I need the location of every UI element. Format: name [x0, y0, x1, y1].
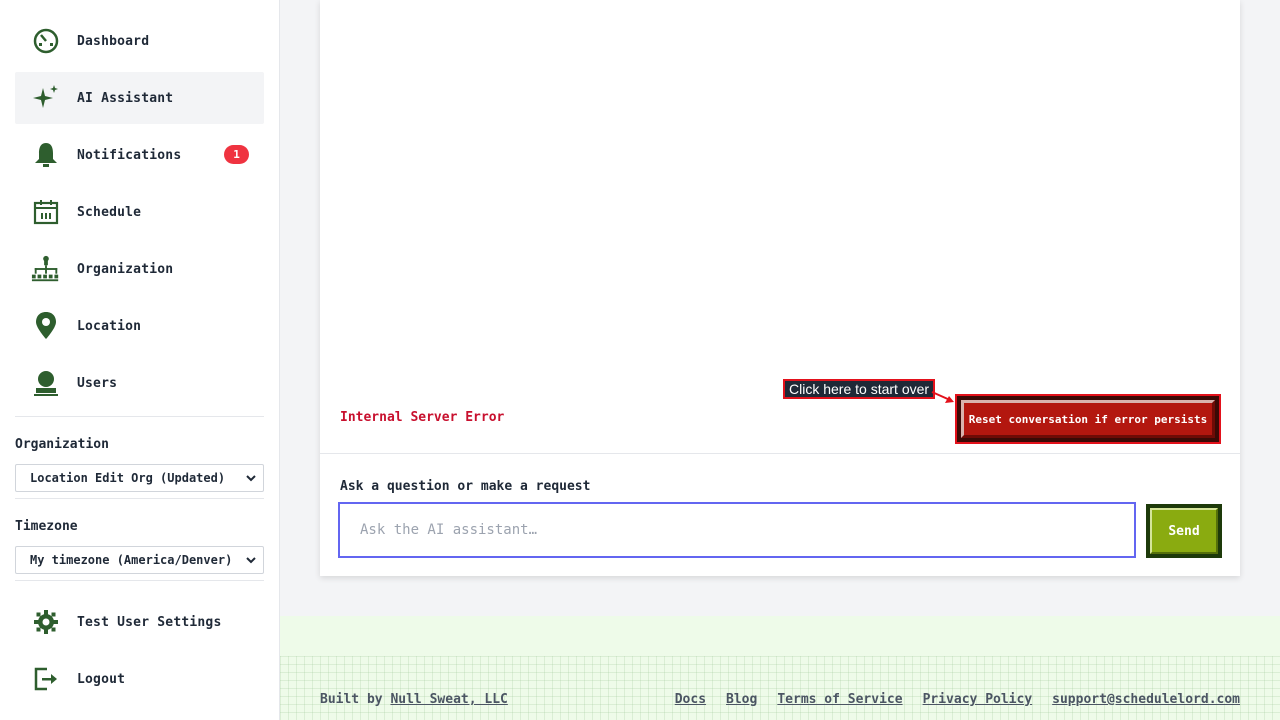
calendar-icon [31, 197, 61, 227]
notification-count-badge: 1 [224, 145, 249, 164]
sparkle-icon [31, 83, 61, 113]
organization-select[interactable]: Location Edit Org (Updated) [15, 464, 264, 492]
map-pin-icon [31, 311, 61, 341]
chevron-down-icon [245, 472, 257, 487]
footer-built-by-prefix: Built by [320, 692, 383, 707]
footer-built-by: Built by Null Sweat, LLC [320, 692, 508, 707]
send-button[interactable]: Send [1150, 508, 1218, 554]
tooltip-start-over: Click here to start over [783, 379, 936, 399]
sidebar-item-location[interactable]: Location [15, 300, 264, 352]
footer: Built by Null Sweat, LLC Docs Blog Terms… [280, 616, 1280, 720]
error-message: Internal Server Error [340, 410, 505, 425]
footer-link-support-email[interactable]: support@schedulelord.com [1052, 692, 1240, 707]
reset-conversation-button[interactable]: Reset conversation if error persists [961, 400, 1215, 438]
sidebar-item-label: Schedule [77, 204, 142, 220]
dashboard-icon [31, 26, 61, 56]
reset-button-frame: Reset conversation if error persists [955, 394, 1221, 444]
organization-label: Organization [15, 437, 109, 452]
sidebar-item-test-user-settings[interactable]: Test User Settings [15, 596, 264, 648]
org-chart-icon [31, 254, 61, 284]
sidebar-item-ai-assistant[interactable]: AI Assistant [15, 72, 264, 124]
organization-select-value: Location Edit Org (Updated) [30, 471, 226, 485]
sidebar-divider [15, 498, 264, 499]
timezone-select[interactable]: My timezone (America/Denver) [15, 546, 264, 574]
sidebar-item-label: Users [77, 375, 118, 391]
bell-icon [31, 140, 61, 170]
sidebar-item-notifications[interactable]: Notifications 1 [15, 129, 264, 181]
sidebar-item-label: Test User Settings [77, 614, 222, 630]
logout-icon [31, 664, 61, 694]
chat-input[interactable] [338, 502, 1136, 558]
send-button-frame: Send [1146, 504, 1222, 558]
sidebar-divider [15, 416, 264, 417]
user-icon [31, 368, 61, 398]
chat-divider [320, 453, 1240, 454]
footer-link-privacy[interactable]: Privacy Policy [923, 692, 1033, 707]
sidebar-item-users[interactable]: Users [15, 357, 264, 409]
chat-messages-area [320, 0, 1240, 380]
sidebar-item-label: Notifications [77, 147, 182, 163]
sidebar-item-label: Dashboard [77, 33, 150, 49]
footer-band [280, 616, 1280, 656]
tooltip-arrow-icon [931, 391, 954, 403]
chat-panel: Internal Server Error Click here to star… [320, 0, 1240, 576]
footer-link-terms[interactable]: Terms of Service [777, 692, 902, 707]
timezone-select-value: My timezone (America/Denver) [30, 553, 233, 567]
gear-icon [31, 607, 61, 637]
sidebar-item-schedule[interactable]: Schedule [15, 186, 264, 238]
sidebar-item-organization[interactable]: Organization [15, 243, 264, 295]
sidebar-item-logout[interactable]: Logout [15, 653, 264, 705]
sidebar: Dashboard AI Assistant Notifications 1 S… [0, 0, 280, 720]
footer-links: Docs Blog Terms of Service Privacy Polic… [675, 692, 1240, 707]
footer-link-docs[interactable]: Docs [675, 692, 706, 707]
sidebar-item-dashboard[interactable]: Dashboard [15, 15, 264, 67]
footer-company-link[interactable]: Null Sweat, LLC [390, 692, 507, 707]
sidebar-item-label: Location [77, 318, 142, 334]
prompt-label: Ask a question or make a request [340, 479, 591, 494]
timezone-label: Timezone [15, 519, 78, 534]
chevron-down-icon [245, 554, 257, 569]
footer-link-blog[interactable]: Blog [726, 692, 757, 707]
sidebar-item-label: Logout [77, 671, 126, 687]
sidebar-item-label: Organization [77, 261, 174, 277]
sidebar-item-label: AI Assistant [77, 90, 174, 106]
sidebar-divider [15, 580, 264, 581]
